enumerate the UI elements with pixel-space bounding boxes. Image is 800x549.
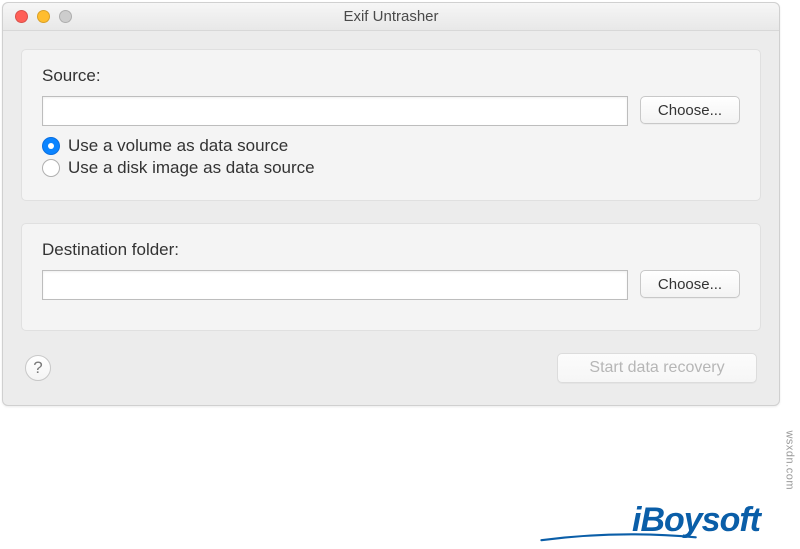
radio-unselected-icon xyxy=(42,159,60,177)
radio-volume-label: Use a volume as data source xyxy=(68,136,288,156)
content: Source: Choose... Use a volume as data s… xyxy=(3,31,779,405)
minimize-icon[interactable] xyxy=(37,10,50,23)
watermark: iBoysoft xyxy=(540,503,760,543)
footer: ? Start data recovery xyxy=(21,353,761,387)
watermark-text: iBoysoft xyxy=(540,503,760,537)
window-title: Exif Untrasher xyxy=(3,8,779,25)
help-button[interactable]: ? xyxy=(25,355,51,381)
traffic-lights xyxy=(3,10,72,23)
start-data-recovery-button[interactable]: Start data recovery xyxy=(557,353,757,383)
radio-disk-image[interactable]: Use a disk image as data source xyxy=(42,158,740,178)
choose-destination-button[interactable]: Choose... xyxy=(640,270,740,298)
choose-source-button[interactable]: Choose... xyxy=(640,96,740,124)
side-caption: wsxdn.com xyxy=(784,430,796,490)
source-radio-group: Use a volume as data source Use a disk i… xyxy=(42,136,740,178)
radio-disk-image-label: Use a disk image as data source xyxy=(68,158,315,178)
close-icon[interactable] xyxy=(15,10,28,23)
source-row: Choose... xyxy=(42,96,740,126)
destination-row: Choose... xyxy=(42,270,740,300)
source-label: Source: xyxy=(42,66,740,86)
radio-selected-icon xyxy=(42,137,60,155)
titlebar: Exif Untrasher xyxy=(3,3,779,31)
destination-input[interactable] xyxy=(42,270,628,300)
app-window: Exif Untrasher Source: Choose... Use a v… xyxy=(2,2,780,406)
source-panel: Source: Choose... Use a volume as data s… xyxy=(21,49,761,201)
source-input[interactable] xyxy=(42,96,628,126)
destination-label: Destination folder: xyxy=(42,240,740,260)
radio-volume[interactable]: Use a volume as data source xyxy=(42,136,740,156)
destination-panel: Destination folder: Choose... xyxy=(21,223,761,331)
help-icon: ? xyxy=(33,358,42,378)
maximize-icon xyxy=(59,10,72,23)
